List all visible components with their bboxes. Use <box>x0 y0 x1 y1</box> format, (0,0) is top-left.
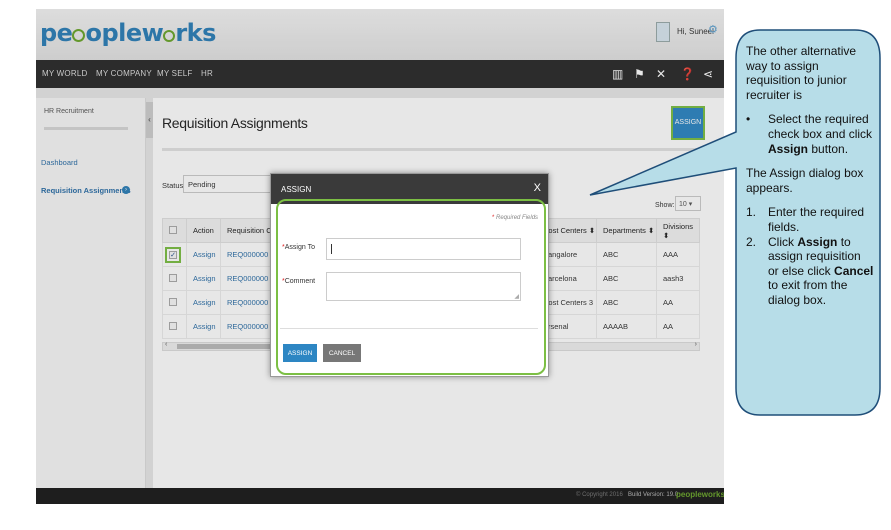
callout-bullets: Select the required check box and click … <box>746 112 874 156</box>
assign-to-input[interactable] <box>326 238 521 260</box>
dialog-divider <box>280 328 538 329</box>
callout-intro: The other alternative way to assign requ… <box>746 44 857 102</box>
close-icon[interactable]: X <box>534 182 541 194</box>
assign-dialog: ASSIGN X * Required Fields *Assign To *C… <box>270 173 549 377</box>
callout-bullet: Select the required check box and click … <box>746 112 874 156</box>
comment-label: *Comment <box>282 278 316 285</box>
callout-step: 2. Click Assign to assign requisition or … <box>746 234 874 307</box>
text-caret <box>331 244 332 254</box>
resize-grip-icon[interactable]: ◢ <box>514 293 519 300</box>
comment-textarea[interactable]: ◢ <box>326 272 521 301</box>
assign-to-label: *Assign To <box>282 244 315 251</box>
callout-text: The other alternative way to assign requ… <box>746 44 874 308</box>
assign-button[interactable]: ASSIGN <box>283 344 317 362</box>
dialog-title: ASSIGN <box>281 185 312 194</box>
callout-steps: 1. Enter the required fields. 2. Click Ass… <box>746 205 874 307</box>
cancel-button[interactable]: CANCEL <box>323 344 361 362</box>
app-screenshot: pe oplew rks Hi, Suneel ⚙ MY WORLD MY COMP… <box>36 9 724 504</box>
required-fields-note: * Required Fields <box>492 215 539 221</box>
callout-step: 1. Enter the required fields. <box>746 205 865 234</box>
callout-dialog-note: The Assign dialog box appears. <box>746 166 864 195</box>
